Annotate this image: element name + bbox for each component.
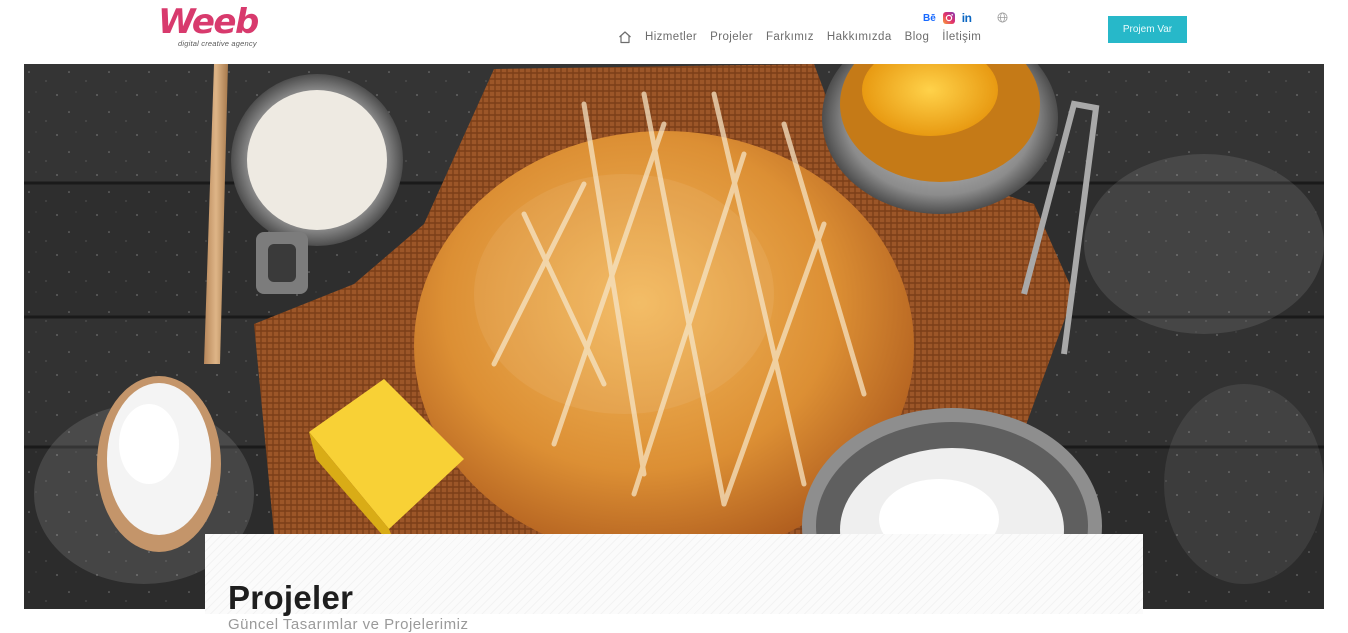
site-header: Weeb digital creative agency Bē in Hizme… xyxy=(46,0,1302,64)
nav-item-blog[interactable]: Blog xyxy=(905,31,930,43)
social-links: Bē in xyxy=(923,11,972,25)
behance-icon[interactable]: Bē xyxy=(923,13,936,24)
nav-item-hakkimizda[interactable]: Hakkımızda xyxy=(827,31,892,43)
logo-tagline: digital creative agency xyxy=(178,39,257,48)
nav-item-iletisim[interactable]: İletişim xyxy=(942,31,981,43)
hero-bread-photo xyxy=(24,64,1324,609)
language-globe-icon[interactable] xyxy=(997,12,1008,23)
logo-wordmark: Weeb xyxy=(158,2,259,42)
page-subtitle: Güncel Tasarımlar ve Projelerimiz xyxy=(228,616,469,633)
projects-card: Projeler Güncel Tasarımlar ve Projelerim… xyxy=(205,534,1143,632)
linkedin-icon[interactable]: in xyxy=(962,11,972,25)
home-icon[interactable] xyxy=(618,30,632,44)
weeb-logo[interactable]: Weeb digital creative agency xyxy=(158,2,270,52)
instagram-icon[interactable] xyxy=(942,12,955,24)
nav-item-projeler[interactable]: Projeler xyxy=(710,31,753,43)
projem-var-button[interactable]: Projem Var xyxy=(1108,16,1187,43)
page-title: Projeler xyxy=(228,579,354,617)
hero-banner xyxy=(24,64,1324,609)
nav-item-farkimiz[interactable]: Farkımız xyxy=(766,31,814,43)
main-nav: Hizmetler Projeler Farkımız Hakkımızda B… xyxy=(618,28,981,46)
nav-item-hizmetler[interactable]: Hizmetler xyxy=(645,31,697,43)
